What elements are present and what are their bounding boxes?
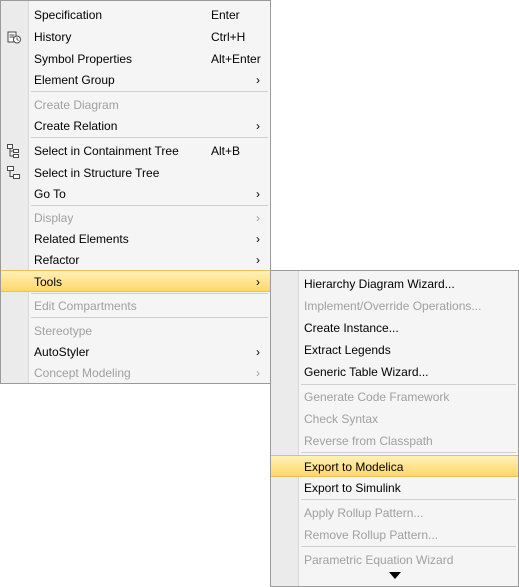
menu-separator	[301, 499, 516, 500]
menu-item-create-instance[interactable]: Create Instance...	[271, 317, 518, 339]
menu-item-label: Check Syntax	[304, 412, 379, 426]
menu-item-select-in-structure-tree[interactable]: Select in Structure Tree	[1, 162, 270, 184]
structure-tree-icon	[7, 166, 20, 179]
menu-item-label: Display	[34, 211, 74, 225]
menu-item-shortcut: Alt+B	[211, 144, 241, 158]
submenu-arrow-icon: ›	[256, 73, 260, 87]
menu-separator	[31, 293, 268, 294]
menu-item-label: Create Relation	[34, 119, 118, 133]
menu-item-label: Generic Table Wizard...	[304, 365, 429, 379]
menu-item-label: Tools	[34, 275, 63, 289]
menu-item-implement-override-operations[interactable]: Implement/Override Operations...	[271, 295, 518, 317]
menu-item-label: Reverse from Classpath	[304, 434, 433, 448]
menu-item-create-diagram[interactable]: Create Diagram	[1, 94, 270, 116]
menu-item-label: Extract Legends	[304, 343, 391, 357]
context-menu: Specification Enter History Ctrl+H Symbo…	[0, 0, 271, 384]
menu-item-label: Create Diagram	[34, 98, 119, 112]
menu-separator	[301, 546, 516, 547]
history-icon	[7, 31, 21, 44]
menu-item-remove-rollup-pattern[interactable]: Remove Rollup Pattern...	[271, 524, 518, 546]
menu-item-label: Hierarchy Diagram Wizard...	[304, 277, 455, 291]
menu-item-generic-table-wizard[interactable]: Generic Table Wizard...	[271, 361, 518, 383]
menu-item-export-to-modelica[interactable]: Export to Modelica	[271, 455, 518, 477]
menu-item-shortcut: Ctrl+H	[211, 30, 246, 44]
menu-item-refactor[interactable]: Refactor ›	[1, 249, 270, 271]
menu-item-export-to-simulink[interactable]: Export to Simulink	[271, 477, 518, 499]
menu-item-label: Refactor	[34, 253, 80, 267]
menu-item-symbol-properties[interactable]: Symbol Properties Alt+Enter	[1, 48, 270, 70]
containment-tree-icon	[7, 144, 19, 158]
menu-item-label: Apply Rollup Pattern...	[304, 506, 424, 520]
menu-item-tools[interactable]: Tools ›	[1, 270, 270, 292]
menu-item-generate-code-framework[interactable]: Generate Code Framework	[271, 386, 518, 408]
menu-item-label: Stereotype	[34, 324, 93, 338]
menu-item-label: Edit Compartments	[34, 299, 137, 313]
menu-item-edit-compartments[interactable]: Edit Compartments	[1, 295, 270, 317]
menu-item-extract-legends[interactable]: Extract Legends	[271, 339, 518, 361]
menu-item-label: Implement/Override Operations...	[304, 299, 482, 313]
submenu-arrow-icon: ›	[256, 119, 260, 133]
menu-item-go-to[interactable]: Go To ›	[1, 183, 270, 205]
menu-item-element-group[interactable]: Element Group ›	[1, 69, 270, 91]
menu-item-label: Specification	[34, 8, 103, 22]
menu-item-hierarchy-diagram-wizard[interactable]: Hierarchy Diagram Wizard...	[271, 273, 518, 295]
menu-item-label: Export to Modelica	[304, 460, 404, 474]
menu-separator	[31, 137, 268, 138]
menu-separator	[31, 317, 268, 318]
menu-item-label: Related Elements	[34, 232, 129, 246]
menu-item-concept-modeling[interactable]: Concept Modeling ›	[1, 362, 270, 384]
submenu-arrow-icon: ›	[256, 253, 260, 267]
menu-item-apply-rollup-pattern[interactable]: Apply Rollup Pattern...	[271, 502, 518, 524]
menu-item-label: Generate Code Framework	[304, 390, 450, 404]
menu-item-label: Concept Modeling	[34, 366, 131, 380]
menu-item-label: Parametric Equation Wizard	[304, 553, 454, 567]
submenu-arrow-icon: ›	[256, 211, 260, 225]
menu-item-related-elements[interactable]: Related Elements ›	[1, 228, 270, 250]
menu-item-shortcut: Alt+Enter	[211, 52, 261, 66]
menu-separator	[31, 91, 268, 92]
menu-item-autostyler[interactable]: AutoStyler ›	[1, 341, 270, 363]
menu-item-label: Select in Structure Tree	[34, 166, 160, 180]
submenu-arrow-icon: ›	[256, 275, 260, 289]
scroll-down-arrow-icon[interactable]	[388, 571, 402, 581]
menu-item-history[interactable]: History Ctrl+H	[1, 26, 270, 48]
menu-item-label: AutoStyler	[34, 345, 90, 359]
menu-item-stereotype[interactable]: Stereotype	[1, 320, 270, 342]
menu-item-label: Go To	[34, 187, 66, 201]
menu-separator	[31, 205, 268, 206]
menu-item-label: Export to Simulink	[304, 481, 401, 495]
menu-item-create-relation[interactable]: Create Relation ›	[1, 115, 270, 137]
menu-item-label: Element Group	[34, 73, 115, 87]
menu-item-label: Symbol Properties	[34, 52, 133, 66]
menu-item-label: History	[34, 30, 72, 44]
menu-item-display[interactable]: Display ›	[1, 207, 270, 229]
submenu-arrow-icon: ›	[256, 366, 260, 380]
menu-separator	[301, 384, 516, 385]
menu-item-label: Create Instance...	[304, 321, 399, 335]
menu-item-select-in-containment-tree[interactable]: Select in Containment Tree Alt+B	[1, 140, 270, 162]
menu-item-label: Remove Rollup Pattern...	[304, 528, 439, 542]
menu-item-label: Select in Containment Tree	[34, 144, 179, 158]
menu-item-shortcut: Enter	[211, 8, 240, 22]
menu-item-specification[interactable]: Specification Enter	[1, 4, 270, 26]
submenu-arrow-icon: ›	[256, 345, 260, 359]
submenu-arrow-icon: ›	[256, 187, 260, 201]
menu-item-reverse-from-classpath[interactable]: Reverse from Classpath	[271, 430, 518, 452]
menu-item-check-syntax[interactable]: Check Syntax	[271, 408, 518, 430]
submenu-arrow-icon: ›	[256, 232, 260, 246]
menu-item-parametric-equation-wizard[interactable]: Parametric Equation Wizard	[271, 549, 518, 571]
menu-separator	[301, 452, 516, 453]
tools-submenu: Hierarchy Diagram Wizard... Implement/Ov…	[270, 270, 519, 587]
